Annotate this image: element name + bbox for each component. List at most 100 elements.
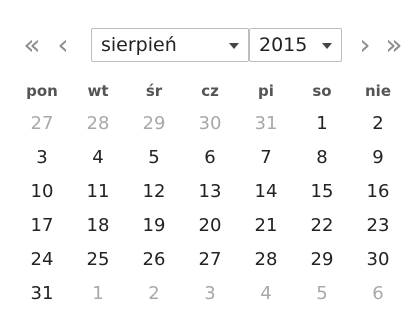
weekday-header: wt (87, 82, 109, 100)
selected-day-cell[interactable]: 7 (238, 141, 294, 175)
day-cell[interactable]: 29 (294, 243, 350, 277)
day-cell[interactable]: 12 (126, 175, 182, 209)
day-number: 28 (86, 113, 110, 134)
dropdown-arrow-icon (322, 43, 332, 49)
calendar-grid: pon wt śr cz pi so nie 27 28 29 30 31 1 2 3 4 5 6 7 8 9 10 11 1… (14, 75, 406, 311)
day-cell[interactable]: 30 (182, 107, 238, 141)
day-number: 28 (254, 249, 278, 270)
previous-year-button[interactable]: « (16, 28, 46, 62)
day-cell[interactable]: 27 (14, 107, 70, 141)
day-number: 31 (254, 113, 278, 134)
weekday-header: nie (365, 82, 391, 100)
day-number: 23 (366, 215, 390, 236)
weekday-header: pon (26, 82, 58, 100)
day-cell[interactable]: 15 (294, 175, 350, 209)
day-cell[interactable]: 3 (182, 277, 238, 311)
day-number: 3 (204, 283, 216, 304)
day-cell[interactable]: 26 (126, 243, 182, 277)
previous-month-button[interactable]: ‹ (52, 28, 74, 62)
weekday-header: cz (201, 82, 219, 100)
day-cell[interactable]: 8 (294, 141, 350, 175)
day-number: 22 (310, 215, 334, 236)
weekday-header: so (312, 82, 332, 100)
next-year-button[interactable]: » (378, 28, 408, 62)
day-cell[interactable]: 18 (70, 209, 126, 243)
day-cell[interactable]: 21 (238, 209, 294, 243)
day-number: 15 (310, 181, 334, 202)
day-cell[interactable]: 22 (294, 209, 350, 243)
day-number: 27 (198, 249, 222, 270)
day-number: 10 (30, 181, 54, 202)
day-cell[interactable]: 28 (70, 107, 126, 141)
day-number: 2 (148, 283, 160, 304)
day-number: 14 (254, 181, 278, 202)
day-number: 12 (142, 181, 166, 202)
day-cell[interactable]: 27 (182, 243, 238, 277)
day-number: 13 (198, 181, 222, 202)
day-number: 2 (372, 113, 384, 134)
day-cell[interactable]: 13 (182, 175, 238, 209)
day-cell[interactable]: 31 (238, 107, 294, 141)
day-cell[interactable]: 6 (182, 141, 238, 175)
day-number: 31 (30, 283, 54, 304)
date-picker: « ‹ sierpień 2015 › » pon wt śr cz pi so nie 27… (0, 0, 409, 318)
month-dropdown-value: sierpień (101, 34, 177, 56)
day-number: 30 (198, 113, 222, 134)
day-cell[interactable]: 23 (350, 209, 406, 243)
day-number: 16 (366, 181, 390, 202)
day-cell[interactable]: 31 (14, 277, 70, 311)
day-number: 21 (254, 215, 278, 236)
day-number: 27 (30, 113, 54, 134)
day-cell[interactable]: 30 (350, 243, 406, 277)
year-dropdown[interactable]: 2015 (249, 28, 342, 62)
day-cell[interactable]: 10 (14, 175, 70, 209)
day-number: 7 (260, 147, 272, 168)
day-cell[interactable]: 28 (238, 243, 294, 277)
next-month-button[interactable]: › (354, 28, 376, 62)
day-cell[interactable]: 25 (70, 243, 126, 277)
day-number: 25 (86, 249, 110, 270)
day-cell[interactable]: 9 (350, 141, 406, 175)
day-cell[interactable]: 24 (14, 243, 70, 277)
day-cell[interactable]: 3 (14, 141, 70, 175)
day-number: 20 (198, 215, 222, 236)
day-cell[interactable]: 20 (182, 209, 238, 243)
day-number: 5 (316, 283, 328, 304)
day-number: 1 (316, 113, 328, 134)
day-cell[interactable]: 11 (70, 175, 126, 209)
day-cell[interactable]: 14 (238, 175, 294, 209)
day-number: 24 (30, 249, 54, 270)
day-number: 17 (30, 215, 54, 236)
day-number: 11 (86, 181, 110, 202)
day-cell[interactable]: 29 (126, 107, 182, 141)
dropdown-arrow-icon (229, 43, 239, 49)
day-number: 3 (36, 147, 48, 168)
day-cell[interactable]: 2 (350, 107, 406, 141)
day-cell[interactable]: 1 (294, 107, 350, 141)
day-number: 29 (310, 249, 334, 270)
weekday-header: pi (258, 82, 274, 100)
day-cell[interactable]: 4 (238, 277, 294, 311)
day-number: 6 (204, 147, 216, 168)
day-number: 26 (142, 249, 166, 270)
day-number: 29 (142, 113, 166, 134)
day-cell[interactable]: 6 (350, 277, 406, 311)
day-number: 19 (142, 215, 166, 236)
day-number: 5 (148, 147, 160, 168)
month-dropdown[interactable]: sierpień (91, 28, 249, 62)
day-cell[interactable]: 4 (70, 141, 126, 175)
day-cell[interactable]: 19 (126, 209, 182, 243)
day-cell[interactable]: 17 (14, 209, 70, 243)
day-number: 18 (86, 215, 110, 236)
day-cell[interactable]: 1 (70, 277, 126, 311)
day-cell[interactable]: 2 (126, 277, 182, 311)
day-cell[interactable]: 5 (126, 141, 182, 175)
day-number: 4 (92, 147, 104, 168)
day-cell[interactable]: 16 (350, 175, 406, 209)
weekday-header: śr (145, 82, 163, 100)
day-cell[interactable]: 5 (294, 277, 350, 311)
day-number: 9 (372, 147, 384, 168)
day-number: 4 (260, 283, 272, 304)
day-number: 6 (372, 283, 384, 304)
day-number: 1 (92, 283, 104, 304)
